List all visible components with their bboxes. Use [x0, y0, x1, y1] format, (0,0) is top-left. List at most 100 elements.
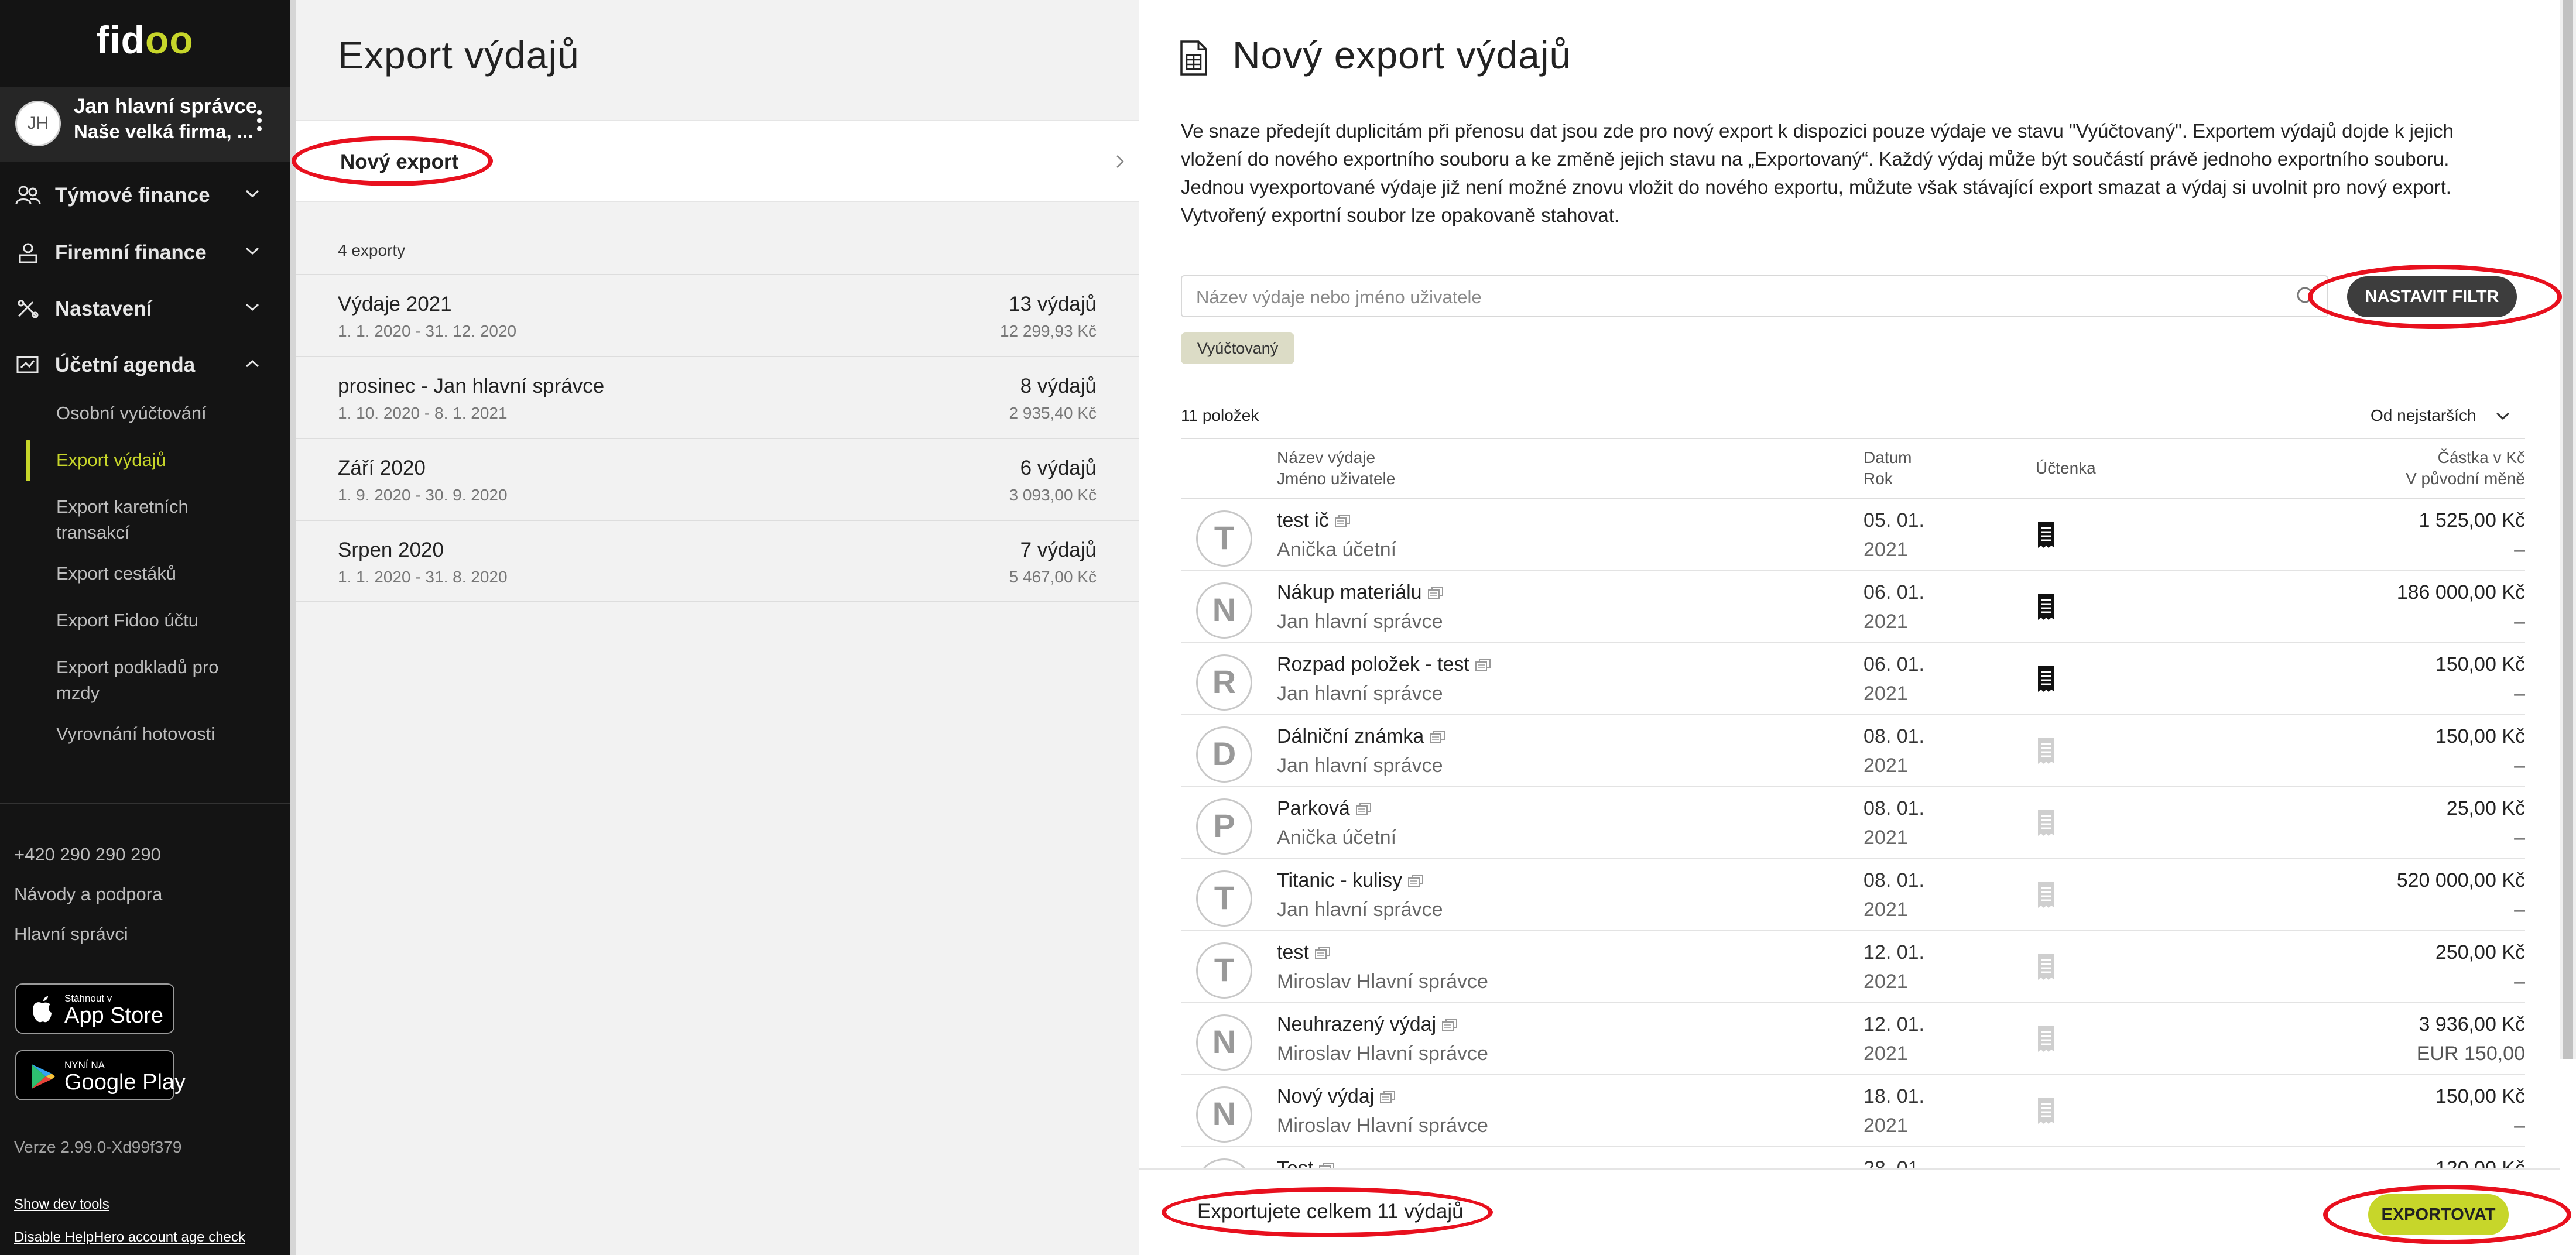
support-phone[interactable]: +420 290 290 290	[14, 844, 161, 865]
expense-user: Jan hlavní správce	[1277, 755, 1443, 777]
receipt-icon	[2038, 810, 2054, 836]
export-range: 1. 1. 2020 - 31. 8. 2020	[338, 568, 508, 586]
new-export-row[interactable]: Nový export	[296, 120, 1139, 202]
chevron-down-icon[interactable]	[2495, 411, 2510, 421]
copy-icon[interactable]	[1407, 874, 1424, 888]
table-row[interactable]: D Dálniční známka Jan hlavní správce 08. 01…	[1181, 715, 2525, 787]
expense-original-currency: –	[2514, 755, 2525, 777]
search-icon[interactable]	[2294, 284, 2320, 310]
scrollbar[interactable]	[2560, 0, 2576, 1059]
app-store-badge[interactable]: Stáhnout v App Store	[15, 983, 174, 1034]
nav-group-company-finance[interactable]: Firemní finance	[0, 229, 290, 276]
copy-icon[interactable]	[1334, 514, 1351, 528]
nav-item-fidoo-account-export[interactable]: Export Fidoo účtu	[56, 608, 198, 633]
table-row[interactable]: R Rozpad položek - test Jan hlavní správce…	[1181, 643, 2525, 715]
expense-title-cell: test ič	[1277, 509, 1351, 532]
expense-user: Jan hlavní správce	[1277, 899, 1443, 921]
user-company: Naše velká firma, ...	[74, 121, 254, 142]
header-original[interactable]: V původní měně	[2406, 468, 2525, 489]
expense-title: test ič	[1277, 509, 1329, 532]
expense-year: 2021	[1864, 683, 1908, 705]
receipt-icon[interactable]	[2036, 521, 2057, 549]
receipt-icon[interactable]	[2036, 593, 2057, 621]
app-store-big-text: App Store	[64, 1003, 163, 1028]
nav-item-card-transactions-export[interactable]: Export karetních	[56, 494, 189, 520]
expense-title: Rozpad položek - test	[1277, 653, 1469, 675]
copy-icon[interactable]	[1441, 1018, 1458, 1032]
export-amount: 2 935,40 Kč	[1009, 404, 1097, 422]
disable-helphero-link[interactable]: Disable HelpHero account age check	[14, 1229, 245, 1246]
table-row[interactable]: P Parková Anička účetní 08. 01. 2021 25,00 Kč…	[1181, 787, 2525, 859]
table-row[interactable]: N Nákup materiálu Jan hlavní správce 06. 01…	[1181, 571, 2525, 643]
export-list-item[interactable]: prosinec - Jan hlavní správce 1. 10. 202…	[296, 356, 1139, 438]
nav-group-accounting[interactable]: Účetní agenda	[0, 342, 290, 389]
copy-icon[interactable]	[1429, 730, 1446, 744]
table-row[interactable]: N Neuhrazený výdaj Miroslav Hlavní správce…	[1181, 1003, 2525, 1075]
receipt-icon[interactable]	[2036, 665, 2057, 693]
table-row[interactable]: Ttest Miroslav Hlavní správce 12. 01. 2021 2…	[1181, 931, 2525, 1003]
copy-icon[interactable]	[1314, 946, 1331, 960]
nav-group-label: Nastavení	[55, 297, 152, 320]
header-date[interactable]: Datum	[1864, 447, 1912, 468]
nav-item-travel-export[interactable]: Export cestáků	[56, 561, 176, 587]
active-indicator	[26, 440, 30, 481]
nav-item-payroll-export-line2[interactable]: mzdy	[56, 680, 100, 706]
fidoo-logo[interactable]: fidoo	[0, 18, 290, 62]
export-button[interactable]: EXPORTOVAT	[2368, 1194, 2509, 1235]
header-name[interactable]: Název výdaje	[1277, 447, 1375, 468]
admins-link[interactable]: Hlavní správci	[14, 924, 128, 945]
expense-original-currency: –	[2514, 971, 2525, 993]
nav-group-settings[interactable]: Nastavení	[0, 286, 290, 332]
show-dev-tools-link[interactable]: Show dev tools	[14, 1196, 109, 1213]
copy-icon[interactable]	[1355, 802, 1372, 816]
page-title: Export výdajů	[338, 33, 580, 77]
copy-icon[interactable]	[1427, 586, 1444, 600]
search-field[interactable]	[1181, 275, 2328, 317]
app-store-small-text: Stáhnout v	[64, 993, 112, 1004]
expense-title: Parková	[1277, 797, 1350, 819]
copy-icon[interactable]	[1474, 658, 1492, 672]
expense-original-currency: –	[2514, 539, 2525, 561]
google-play-badge[interactable]: NYNÍ NA Google Play	[15, 1050, 186, 1100]
nav-item-cash-settlement[interactable]: Vyrovnání hotovosti	[56, 721, 215, 747]
user-profile[interactable]: JH Jan hlavní správce Naše velká firma, …	[0, 87, 290, 162]
nav-item-payroll-export[interactable]: Export podkladů pro	[56, 654, 218, 680]
table-row[interactable]: T Titanic - kulisy Jan hlavní správce 08. 0…	[1181, 859, 2525, 931]
expense-year: 2021	[1864, 539, 1908, 561]
nav-item-card-transactions-export-line2[interactable]: transakcí	[56, 520, 130, 546]
nav-item-expense-export[interactable]: Export výdajů	[56, 447, 166, 473]
export-footer: Exportujete celkem 11 výdajů EXPORTOVAT	[1139, 1168, 2560, 1255]
status-filter-chip[interactable]: Vyúčtovaný	[1181, 332, 1294, 364]
nav-group-team-finance[interactable]: Týmové finance	[0, 172, 290, 219]
set-filter-button[interactable]: NASTAVIT FILTR	[2347, 276, 2517, 317]
header-amount[interactable]: Částka v Kč	[2438, 447, 2525, 468]
expense-user: Jan hlavní správce	[1277, 683, 1443, 705]
expense-initial-avatar: N	[1196, 582, 1252, 639]
sort-select[interactable]: Od nejstarších	[2371, 406, 2476, 425]
help-link[interactable]: Návody a podpora	[14, 884, 162, 905]
expense-amount: 1 525,00 Kč	[2419, 509, 2525, 532]
export-list-item[interactable]: Výdaje 2021 1. 1. 2020 - 31. 12. 2020 13…	[296, 274, 1139, 356]
copy-icon[interactable]	[1379, 1090, 1396, 1104]
expense-title-cell: Neuhrazený výdaj	[1277, 1013, 1458, 1036]
header-user[interactable]: Jméno uživatele	[1277, 468, 1395, 489]
expense-title: Nový výdaj	[1277, 1085, 1375, 1107]
expense-date: 06. 01.	[1864, 581, 1924, 604]
expense-title: Neuhrazený výdaj	[1277, 1013, 1437, 1035]
header-year[interactable]: Rok	[1864, 468, 1893, 489]
nav-item-personal-settlement[interactable]: Osobní vyúčtování	[56, 400, 207, 426]
expense-original-currency: –	[2514, 827, 2525, 849]
export-amount: 12 299,93 Kč	[999, 322, 1097, 340]
sidebar-divider	[0, 803, 290, 804]
more-vertical-icon[interactable]	[255, 110, 263, 138]
expense-user: Miroslav Hlavní správce	[1277, 1043, 1488, 1065]
search-input[interactable]	[1196, 284, 2262, 310]
company-icon	[19, 243, 37, 263]
export-count: 8 výdajů	[1020, 375, 1097, 397]
table-row[interactable]: N Nový výdaj Miroslav Hlavní správce 18. 01…	[1181, 1075, 2525, 1147]
table-row[interactable]: Ttest ič Anička účetní 05. 01. 2021 1 525,00…	[1181, 499, 2525, 571]
expense-original-currency: –	[2514, 683, 2525, 705]
export-list-item[interactable]: Srpen 2020 1. 1. 2020 - 31. 8. 2020 7 vý…	[296, 520, 1139, 602]
export-list-item[interactable]: Září 2020 1. 9. 2020 - 30. 9. 2020 6 výd…	[296, 438, 1139, 520]
scrollbar-thumb[interactable]	[2563, 0, 2573, 1059]
